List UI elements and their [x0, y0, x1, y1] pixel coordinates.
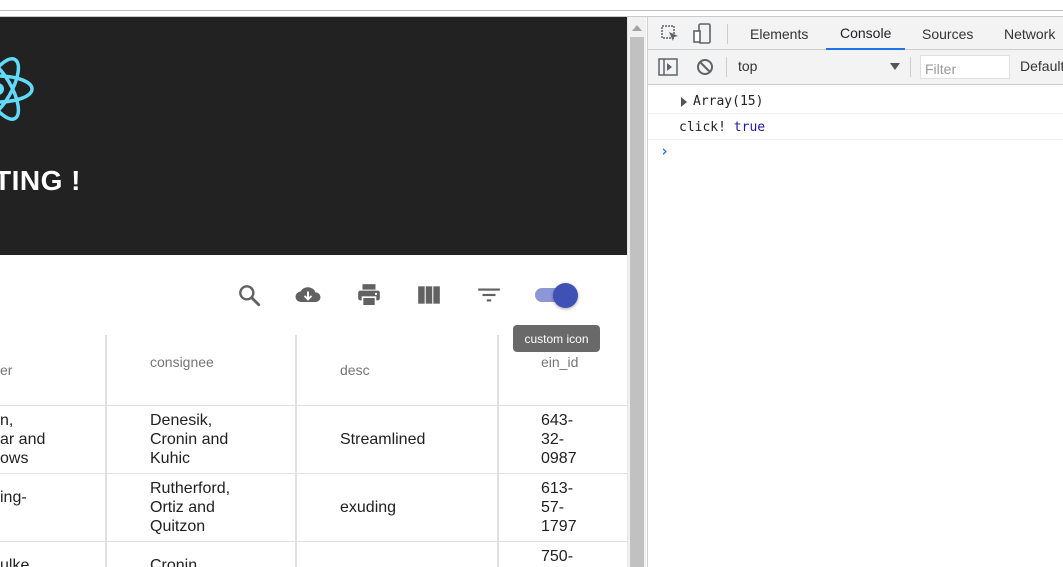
expand-triangle-icon[interactable]	[681, 97, 687, 107]
column-header-desc[interactable]: desc	[340, 362, 370, 378]
cloud-download-icon[interactable]	[294, 281, 322, 309]
console-prompt-icon[interactable]: ›	[660, 142, 669, 160]
cell-text: 750-	[541, 548, 574, 565]
column-header-id[interactable]: ein_id	[541, 354, 578, 370]
inspect-element-icon[interactable]	[660, 24, 680, 48]
react-logo-icon	[0, 57, 34, 121]
cell-text: 643-	[541, 412, 574, 429]
tab-elements[interactable]: Elements	[750, 17, 808, 50]
cell-text: n,	[0, 412, 14, 429]
column-header[interactable]: er	[0, 362, 12, 378]
cell-text: 32-	[541, 431, 565, 448]
cell-text: ows	[0, 450, 29, 467]
log-text: Array(15)	[693, 94, 764, 109]
column-divider	[497, 335, 499, 567]
cell-text: Ortiz and	[150, 499, 215, 516]
log-levels-dropdown[interactable]: Default	[1020, 58, 1063, 74]
column-header-consignee[interactable]: consignee	[150, 354, 214, 370]
cell-text: Kuhic	[150, 450, 191, 467]
chevron-down-icon[interactable]	[890, 63, 900, 70]
devtools-tabbar: Elements Console Sources Network	[648, 17, 1063, 50]
print-icon[interactable]	[355, 281, 383, 309]
cell-text: ar and	[0, 431, 46, 448]
clear-console-icon[interactable]	[696, 58, 714, 80]
cell-text: 57-	[541, 499, 565, 516]
console-filter-input[interactable]: Filter	[920, 55, 1010, 79]
devtools-panel: Elements Console Sources Network top Fil…	[647, 17, 1063, 567]
console-log-entry[interactable]: Array(15)	[648, 88, 1063, 114]
column-divider	[295, 335, 297, 567]
page-title: TING !	[0, 165, 81, 196]
row-divider	[0, 473, 627, 474]
tooltip: custom icon	[513, 325, 600, 352]
log-value: true	[733, 120, 766, 135]
tab-network[interactable]: Network	[1004, 17, 1055, 50]
context-selector[interactable]: top	[738, 58, 757, 74]
cell-text: 0987	[541, 450, 577, 467]
view-column-icon[interactable]	[415, 281, 443, 309]
column-divider	[105, 335, 107, 567]
scroll-up-arrow-icon[interactable]	[632, 25, 642, 31]
cell-text: ing-	[0, 489, 27, 506]
console-toolbar: top Filter Default	[648, 50, 1063, 85]
cell-text: Quitzon	[150, 518, 206, 535]
cell-text: Denesik,	[150, 412, 213, 429]
filter-list-icon[interactable]	[475, 281, 503, 309]
console-log-entry[interactable]: click! true	[648, 114, 1063, 140]
cell-text: 1797	[541, 518, 577, 535]
tab-sources[interactable]: Sources	[922, 17, 973, 50]
app-page: TING ! er consignee desc ein_id n, ar an…	[0, 17, 627, 567]
row-divider	[0, 405, 627, 406]
log-text: click!	[679, 120, 726, 135]
cell-text: exuding	[340, 499, 397, 516]
app-header: TING !	[0, 17, 627, 255]
browser-top-edge	[0, 0, 1063, 17]
device-toolbar-icon[interactable]	[692, 23, 714, 49]
cell-text: Cronin and	[150, 431, 229, 448]
tab-console[interactable]: Console	[826, 17, 906, 50]
page-scrollbar[interactable]	[627, 17, 646, 567]
cell-text: Cronin	[150, 557, 198, 567]
cell-text: ulke	[0, 557, 30, 567]
cell-text: Rutherford,	[150, 480, 231, 497]
cell-text: Streamlined	[340, 431, 426, 448]
scrollbar-thumb[interactable]	[630, 37, 644, 567]
sidebar-toggle-icon[interactable]	[658, 58, 678, 80]
row-divider	[0, 541, 627, 542]
cell-text: 613-	[541, 480, 574, 497]
search-icon[interactable]	[235, 281, 263, 309]
custom-icon-toggle[interactable]	[535, 283, 579, 308]
